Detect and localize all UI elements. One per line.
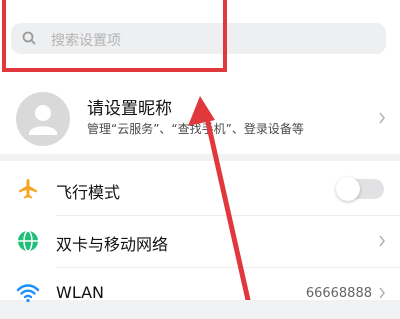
wlan-network-name: 66668888 bbox=[305, 286, 372, 301]
profile-card[interactable]: 请设置昵称 管理“云服务”、“查找手机”、登录设备等 bbox=[0, 82, 400, 154]
airplane-mode-toggle[interactable] bbox=[336, 177, 384, 201]
toggle-knob bbox=[336, 177, 360, 201]
profile-name: 请设置昵称 bbox=[87, 99, 172, 119]
row-label: WLAN bbox=[56, 283, 105, 302]
row-airplane-mode[interactable]: 飞行模式 bbox=[0, 163, 400, 215]
globe-icon bbox=[18, 230, 38, 252]
profile-subtitle: 管理“云服务”、“查找手机”、登录设备等 bbox=[87, 122, 304, 136]
row-dual-sim-mobile-network[interactable]: 双卡与移动网络 bbox=[0, 215, 400, 267]
avatar[interactable] bbox=[16, 92, 70, 146]
chevron-right-icon bbox=[379, 235, 386, 247]
airplane-icon bbox=[19, 179, 37, 199]
row-wlan[interactable]: WLAN 66668888 bbox=[0, 267, 400, 319]
chevron-right-icon bbox=[379, 112, 386, 124]
row-label: 飞行模式 bbox=[56, 183, 121, 202]
chevron-right-icon bbox=[379, 287, 386, 299]
person-icon bbox=[29, 105, 57, 135]
settings-list: 飞行模式 双卡与移动网络 WLAN 66668888 bbox=[0, 161, 400, 303]
annotation-highlight-box bbox=[2, 0, 227, 72]
row-label: 双卡与移动网络 bbox=[56, 235, 169, 254]
wifi-icon bbox=[16, 284, 40, 303]
